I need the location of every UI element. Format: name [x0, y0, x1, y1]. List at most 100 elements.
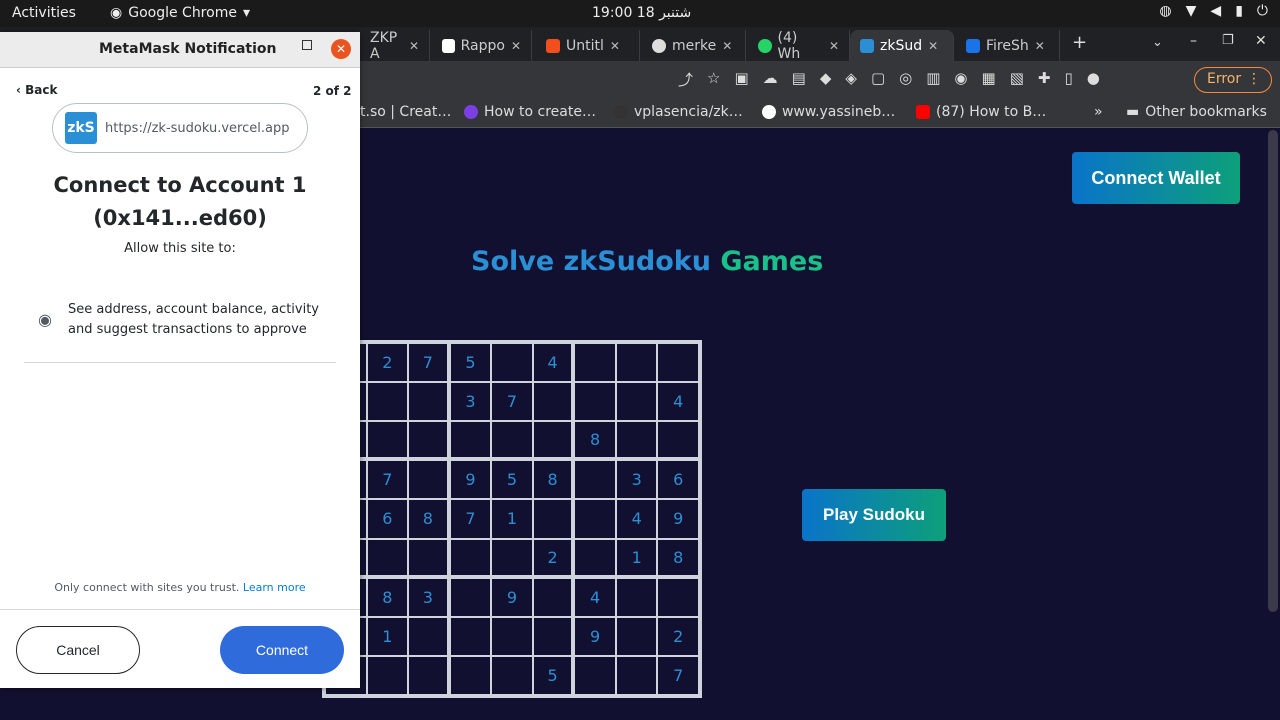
sudoku-cell[interactable]: 9 — [449, 460, 492, 500]
sudoku-cell[interactable] — [574, 499, 616, 539]
sudoku-cell[interactable]: 1 — [366, 616, 409, 656]
tab-zksudoku[interactable]: zkSud ✕ — [850, 30, 954, 61]
more-bookmarks-icon[interactable]: » — [1094, 104, 1103, 120]
sudoku-cell[interactable] — [615, 382, 658, 422]
close-icon[interactable]: ✕ — [928, 39, 938, 53]
sudoku-cell[interactable]: 1 — [491, 499, 533, 539]
close-icon[interactable]: ✕ — [409, 39, 419, 53]
sudoku-cell[interactable] — [449, 538, 492, 578]
page-scrollbar[interactable] — [1268, 130, 1278, 612]
maximize-icon[interactable] — [302, 40, 312, 50]
tab-search-icon[interactable]: ⌄ — [1152, 35, 1163, 50]
sudoku-cell[interactable]: 2 — [657, 616, 699, 656]
sudoku-cell[interactable]: 9 — [574, 616, 616, 656]
sudoku-cell[interactable]: 2 — [366, 343, 409, 383]
sudoku-cell[interactable]: 9 — [657, 499, 699, 539]
sudoku-cell[interactable]: 8 — [408, 499, 450, 539]
restore-icon[interactable]: ❐ — [1222, 33, 1234, 48]
new-tab-icon[interactable]: + — [1072, 32, 1087, 53]
sudoku-cell[interactable]: 6 — [657, 460, 699, 500]
sudoku-cell[interactable] — [615, 577, 658, 617]
bookmark-item[interactable]: t.so | Creat… — [360, 104, 451, 120]
cancel-button[interactable]: Cancel — [16, 626, 140, 674]
close-window-icon[interactable]: ✕ — [1255, 33, 1267, 49]
connect-button[interactable]: Connect — [220, 626, 344, 674]
clock[interactable]: 19:00 18 شتنبر — [592, 5, 691, 21]
tab-whatsapp[interactable]: (4) Wh ✕ — [748, 30, 850, 62]
play-sudoku-button[interactable]: Play Sudoku — [802, 489, 946, 541]
sudoku-cell[interactable]: 5 — [491, 460, 533, 500]
error-button[interactable]: Error ⋮ — [1194, 67, 1272, 93]
sudoku-cell[interactable]: 6 — [366, 499, 409, 539]
sudoku-cell[interactable] — [491, 421, 533, 461]
sudoku-cell[interactable] — [408, 616, 450, 656]
sudoku-cell[interactable]: 5 — [532, 655, 575, 695]
sudoku-cell[interactable] — [615, 616, 658, 656]
extension-icon[interactable]: ▤ — [792, 69, 806, 90]
tab-merke[interactable]: merke ✕ — [642, 30, 746, 61]
sudoku-cell[interactable] — [366, 421, 409, 461]
sudoku-cell[interactable] — [366, 655, 409, 695]
tab-fireshot[interactable]: FireSh ✕ — [956, 30, 1060, 61]
sudoku-cell[interactable] — [615, 343, 658, 383]
sudoku-cell[interactable] — [491, 538, 533, 578]
sudoku-cell[interactable] — [657, 421, 699, 461]
sudoku-cell[interactable]: 7 — [449, 499, 492, 539]
close-icon[interactable]: ✕ — [722, 39, 732, 53]
sudoku-cell[interactable] — [449, 421, 492, 461]
activities-button[interactable]: Activities — [12, 5, 76, 21]
close-icon[interactable]: ✕ — [511, 39, 521, 53]
sidepanel-icon[interactable]: ▯ — [1064, 69, 1072, 90]
bookmark-item[interactable]: www.yassineb… — [762, 104, 895, 120]
sudoku-cell[interactable]: 7 — [366, 460, 409, 500]
bookmark-item[interactable]: vplasencia/zk… — [614, 104, 743, 120]
sudoku-cell[interactable] — [615, 655, 658, 695]
sudoku-cell[interactable]: 4 — [574, 577, 616, 617]
sudoku-cell[interactable] — [532, 577, 575, 617]
app-menu[interactable]: ◉ Google Chrome ▾ — [110, 5, 250, 21]
sudoku-cell[interactable] — [574, 538, 616, 578]
sudoku-cell[interactable] — [574, 460, 616, 500]
sudoku-cell[interactable] — [408, 460, 450, 500]
puzzle-icon[interactable]: ✚ — [1038, 69, 1051, 90]
tab-untitled[interactable]: Untitl ✕ — [536, 30, 640, 61]
sudoku-cell[interactable]: 8 — [366, 577, 409, 617]
close-icon[interactable]: ✕ — [829, 39, 839, 53]
close-icon[interactable]: ✕ — [331, 39, 351, 59]
sudoku-cell[interactable]: 8 — [657, 538, 699, 578]
sudoku-cell[interactable] — [408, 421, 450, 461]
sudoku-cell[interactable]: 2 — [532, 538, 575, 578]
sudoku-cell[interactable] — [449, 655, 492, 695]
tab-zkp[interactable]: ZKP A ✕ — [360, 30, 430, 62]
sudoku-cell[interactable] — [408, 382, 450, 422]
sudoku-cell[interactable] — [532, 499, 575, 539]
sudoku-cell[interactable] — [574, 343, 616, 383]
sudoku-cell[interactable]: 3 — [408, 577, 450, 617]
extension-icon[interactable]: ▥ — [926, 69, 940, 90]
back-button[interactable]: ‹ Back — [16, 83, 57, 97]
minimize-icon[interactable]: – — [268, 38, 275, 54]
sudoku-cell[interactable]: 4 — [532, 343, 575, 383]
sudoku-cell[interactable]: 3 — [449, 382, 492, 422]
sudoku-cell[interactable]: 3 — [615, 460, 658, 500]
extension-icon[interactable]: ▢ — [871, 69, 885, 90]
sudoku-cell[interactable]: 9 — [491, 577, 533, 617]
close-icon[interactable]: ✕ — [1035, 39, 1045, 53]
sudoku-cell[interactable] — [532, 616, 575, 656]
extension-icon[interactable]: ◎ — [899, 69, 912, 90]
sudoku-cell[interactable] — [615, 421, 658, 461]
tab-rappo[interactable]: Rappo ✕ — [432, 30, 532, 61]
sudoku-cell[interactable] — [408, 538, 450, 578]
sudoku-cell[interactable]: 8 — [574, 421, 616, 461]
bookmark-item[interactable]: (87) How to B… — [916, 104, 1046, 120]
bookmark-item[interactable]: How to create… — [464, 104, 596, 120]
sudoku-cell[interactable]: 7 — [657, 655, 699, 695]
sudoku-cell[interactable] — [449, 577, 492, 617]
sudoku-cell[interactable] — [491, 655, 533, 695]
connect-wallet-button[interactable]: Connect Wallet — [1072, 152, 1240, 204]
extension-icon[interactable]: ▧ — [1010, 69, 1024, 90]
sudoku-cell[interactable] — [657, 577, 699, 617]
sudoku-cell[interactable]: 4 — [615, 499, 658, 539]
bookmark-star-icon[interactable]: ☆ — [707, 69, 720, 90]
metamask-icon[interactable]: ◈ — [845, 69, 857, 90]
